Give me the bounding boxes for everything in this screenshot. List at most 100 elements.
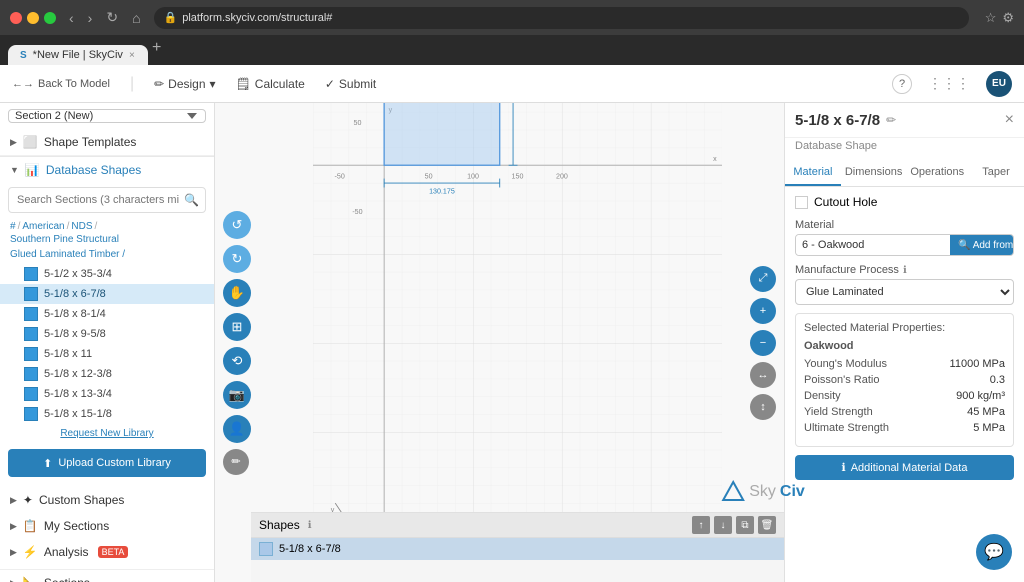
shape-templates-section: ▶ ⬜ Shape Templates [0, 129, 214, 156]
sidebar-bottom: ▶ ✦ Custom Shapes ▶ 📋 My Sections ▶ ⚡ An… [0, 483, 214, 569]
shape-item[interactable]: 5-1/8 x 8-1/4 [0, 304, 214, 324]
chat-bubble[interactable]: 💬 [976, 534, 1012, 570]
checkmark-icon: ✓ [325, 77, 335, 91]
pan-button[interactable]: ✋ [223, 279, 251, 307]
additional-material-btn[interactable]: ℹ Additional Material Data [795, 455, 1014, 480]
app-toolbar: ←→ Back To Model | ✏ Design ▾ 🗒 Calculat… [0, 65, 1024, 103]
shape-item[interactable]: 5-1/8 x 11 [0, 344, 214, 364]
submit-menu[interactable]: ✓ Submit [325, 77, 376, 91]
forward-button[interactable]: › [83, 8, 98, 28]
extensions-icon[interactable]: ⚙ [1002, 10, 1014, 26]
add-from-db-button[interactable]: 🔍 Add from Database [950, 235, 1014, 255]
back-to-model-link[interactable]: ←→ Back To Model [12, 78, 110, 90]
person-button[interactable]: 👤 [223, 415, 251, 443]
new-tab-button[interactable]: + [152, 39, 161, 57]
tab-close-button[interactable]: × [129, 50, 135, 61]
request-library-link[interactable]: Request New Library [0, 424, 214, 443]
back-button[interactable]: ‹ [64, 8, 79, 28]
search-input[interactable] [8, 187, 206, 213]
panel-title-bar: 5-1/8 x 6-7/8 ✏ × [785, 103, 1024, 138]
rotate-button[interactable]: ⟲ [223, 347, 251, 375]
breadcrumb-sep2: / [67, 221, 70, 232]
shape-item[interactable]: 5-1/2 x 35-3/4 [0, 264, 214, 284]
help-icon-button[interactable]: ? [892, 74, 912, 94]
upload-library-button[interactable]: ⬆ Upload Custom Library [8, 449, 206, 477]
sidebar-item-my-sections[interactable]: ▶ 📋 My Sections [0, 513, 214, 539]
pencil-icon: ✏ [154, 77, 164, 91]
user-initials: EU [992, 78, 1006, 89]
manufacture-select[interactable]: Glue Laminated [795, 279, 1014, 305]
search-icon: 🔍 [184, 193, 199, 207]
zoom-plus-button[interactable]: + [750, 298, 776, 324]
move-down-button[interactable]: ↓ [714, 516, 732, 534]
section-select[interactable]: Section 2 (New) Section 1 [8, 109, 206, 123]
cutout-hole-row: Cutout Hole [795, 195, 1014, 209]
database-shapes-header[interactable]: ▼ 📊 Database Shapes [0, 157, 214, 183]
chevron-right-icon: ▶ [10, 495, 17, 506]
design-menu[interactable]: ✏ Design ▾ [154, 77, 215, 91]
shape-name: 5-1/8 x 8-1/4 [44, 308, 106, 320]
panel-close-button[interactable]: × [1005, 111, 1014, 129]
move-up-button[interactable]: ↑ [692, 516, 710, 534]
shapes-info-icon[interactable]: ℹ [308, 520, 312, 531]
address-bar[interactable]: 🔒 platform.skyciv.com/structural# [154, 7, 969, 29]
dot-red[interactable] [10, 12, 22, 24]
dot-green[interactable] [44, 12, 56, 24]
browser-nav: ‹ › ↻ ⌂ [64, 7, 146, 28]
copy-button[interactable]: ⧉ [736, 516, 754, 534]
shape-item[interactable]: 5-1/8 x 13-3/4 [0, 384, 214, 404]
zoom-out-button[interactable]: ↻ [223, 245, 251, 273]
shape-icon: ⬜ [23, 135, 38, 149]
shape-name: 5-1/8 x 15-1/8 [44, 408, 112, 420]
sidebar-item-analysis[interactable]: ▶ ⚡ Analysis BETA [0, 539, 214, 565]
user-avatar[interactable]: EU [986, 71, 1012, 97]
prop-value: 11000 MPa [950, 358, 1005, 370]
cutout-checkbox[interactable] [795, 196, 808, 209]
tab-bar: S *New File | SkyCiv × + [0, 35, 1024, 65]
tab-taper[interactable]: Taper [968, 160, 1024, 186]
edit-button[interactable]: ✏ [223, 449, 249, 475]
grid-button[interactable]: ⊞ [223, 313, 251, 341]
zoom-fit-button[interactable]: ⤢ [750, 266, 776, 292]
main-layout: Section 2 (New) Section 1 ▶ ⬜ Shape Temp… [0, 103, 1024, 582]
tab-material[interactable]: Material [785, 160, 841, 186]
zoom-y-button[interactable]: ↕ [750, 394, 776, 420]
material-input-group: 🔍 Add from Database [795, 234, 1014, 256]
breadcrumb[interactable]: # / American / NDS / Southern Pine Struc… [0, 217, 214, 247]
shape-item[interactable]: 5-1/8 x 9-5/8 [0, 324, 214, 344]
shape-templates-header[interactable]: ▶ ⬜ Shape Templates [0, 129, 214, 156]
prop-value: 45 MPa [967, 406, 1005, 418]
grid-icon[interactable]: ⋮⋮⋮ [928, 75, 970, 92]
shape-entry-row[interactable]: 5-1/8 x 6-7/8 [251, 538, 784, 560]
sidebar-item-sections[interactable]: ▶ 📐 Sections [0, 569, 214, 582]
dot-yellow[interactable] [27, 12, 39, 24]
delete-button[interactable]: 🗑 [758, 516, 776, 534]
tab-operations[interactable]: Operations [906, 160, 968, 186]
edit-icon[interactable]: ✏ [886, 113, 896, 127]
panel-content: Cutout Hole Material 🔍 Add from Database… [785, 187, 1024, 582]
shape-name: 5-1/8 x 6-7/8 [44, 288, 106, 300]
refresh-button[interactable]: ↻ [101, 7, 123, 28]
zoom-in-button[interactable]: ↺ [223, 211, 251, 239]
camera-button[interactable]: 📷 [223, 381, 251, 409]
bookmark-icon[interactable]: ☆ [985, 10, 997, 26]
calculate-menu[interactable]: 🗒 Calculate [236, 77, 305, 91]
material-input[interactable] [796, 235, 950, 255]
home-button[interactable]: ⌂ [127, 8, 145, 28]
tab-dimensions[interactable]: Dimensions [841, 160, 906, 186]
chevron-down-icon: ▾ [210, 77, 216, 91]
shape-item-selected[interactable]: 5-1/8 x 6-7/8 [0, 284, 214, 304]
sidebar-item-custom-shapes[interactable]: ▶ ✦ Custom Shapes [0, 487, 214, 513]
shape-color-icon [24, 387, 38, 401]
chat-icon: 💬 [984, 542, 1004, 562]
zoom-x-button[interactable]: ↔ [750, 362, 776, 388]
shape-item[interactable]: 5-1/8 x 15-1/8 [0, 404, 214, 424]
active-tab[interactable]: S *New File | SkyCiv × [8, 45, 148, 65]
manufacture-info-icon[interactable]: ℹ [903, 265, 907, 276]
shape-item[interactable]: 5-1/8 x 12-3/8 [0, 364, 214, 384]
database-shapes-label: Database Shapes [46, 163, 141, 177]
zoom-minus-button[interactable]: − [750, 330, 776, 356]
submit-label: Submit [339, 77, 376, 91]
info-circle-icon: ℹ [842, 461, 846, 474]
breadcrumb-sep3: / [95, 221, 98, 232]
